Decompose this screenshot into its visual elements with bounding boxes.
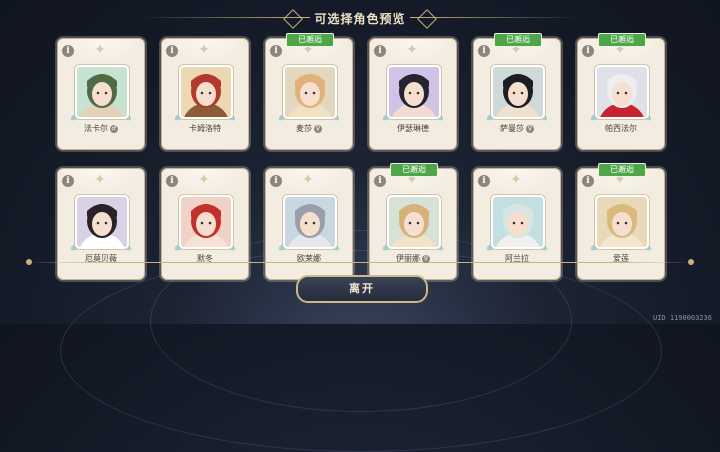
name-row: 法卡尔 ♂ [58, 123, 144, 134]
gender-icon: ♀ [422, 254, 430, 263]
divider-right-dot-icon [688, 259, 694, 265]
character-card[interactable]: i ✦ 卡姆洛特 [161, 38, 249, 150]
character-card[interactable]: i ✦ 伊瑟琳德 [369, 38, 457, 150]
info-icon[interactable]: i [374, 175, 386, 187]
info-icon[interactable]: i [270, 45, 282, 57]
name-row: 爱莲 [578, 253, 664, 264]
sparkle-icon: ✦ [198, 42, 210, 58]
name-row: 默冬 [162, 253, 248, 264]
character-portrait [75, 65, 129, 119]
uid-label: UID 1190003236 [652, 314, 712, 322]
title-left-ornament-icon [283, 9, 303, 29]
leave-button[interactable]: 离开 [296, 275, 428, 303]
character-card[interactable]: i ✦ 厄莫贝薇 [57, 168, 145, 280]
title-right-ornament-icon [417, 9, 437, 29]
sparkle-icon: ✦ [510, 172, 522, 188]
sparkle-icon: ✦ [94, 172, 106, 188]
character-name: 帕西法尔 [605, 124, 637, 133]
character-portrait [283, 195, 337, 249]
gender-icon: ♀ [314, 124, 322, 133]
info-icon[interactable]: i [582, 175, 594, 187]
info-icon[interactable]: i [166, 175, 178, 187]
character-portrait [491, 65, 545, 119]
character-card[interactable]: i ✦ 已邂逅 帕西法尔 [577, 33, 665, 150]
character-name: 法卡尔 [84, 124, 108, 133]
info-icon[interactable]: i [62, 175, 74, 187]
character-card[interactable]: i ✦ 已邂逅 伊丽娜 ♀ [369, 163, 457, 280]
character-portrait [179, 65, 233, 119]
divider-left-dot-icon [26, 259, 32, 265]
gender-icon: ♀ [526, 124, 534, 133]
info-icon[interactable]: i [374, 45, 386, 57]
name-row: 阿兰拉 [474, 253, 560, 264]
character-name: 麦莎 [296, 124, 312, 133]
info-icon[interactable]: i [478, 175, 490, 187]
page-title: 可选择角色预览 [314, 11, 406, 26]
info-icon[interactable]: i [270, 175, 282, 187]
name-row: 萨曼莎 ♀ [474, 123, 560, 134]
name-row: 伊丽娜 ♀ [370, 253, 456, 264]
character-card[interactable]: i ✦ 已邂逅 爱莲 [577, 163, 665, 280]
character-card[interactable]: i ✦ 阿兰拉 [473, 168, 561, 280]
character-card[interactable]: i ✦ 已邂逅 萨曼莎 ♀ [473, 33, 561, 150]
name-row: 麦莎 ♀ [266, 123, 352, 134]
character-portrait [491, 195, 545, 249]
character-portrait [75, 195, 129, 249]
character-portrait [595, 65, 649, 119]
info-icon[interactable]: i [166, 45, 178, 57]
met-badge: 已邂逅 [390, 163, 438, 177]
character-name: 阿兰拉 [505, 254, 529, 263]
met-badge: 已邂逅 [286, 33, 334, 47]
character-name: 厄莫贝薇 [85, 254, 117, 263]
sparkle-icon: ✦ [302, 172, 314, 188]
name-row: 厄莫贝薇 [58, 253, 144, 264]
sparkle-icon: ✦ [94, 42, 106, 58]
character-portrait [283, 65, 337, 119]
character-name: 伊瑟琳德 [397, 124, 429, 133]
character-name: 欧莱娜 [297, 254, 321, 263]
sparkle-icon: ✦ [198, 172, 210, 188]
met-badge: 已邂逅 [598, 33, 646, 47]
title-bar: 可选择角色预览 [0, 6, 720, 30]
name-row: 卡姆洛特 [162, 123, 248, 134]
character-card[interactable]: i ✦ 默冬 [161, 168, 249, 280]
name-row: 欧莱娜 [266, 253, 352, 264]
character-name: 默冬 [197, 254, 213, 263]
gender-icon: ♂ [110, 124, 118, 133]
name-row: 伊瑟琳德 [370, 123, 456, 134]
character-card[interactable]: i ✦ 已邂逅 麦莎 ♀ [265, 33, 353, 150]
character-name: 爱莲 [613, 254, 629, 263]
character-portrait [179, 195, 233, 249]
sparkle-icon: ✦ [406, 42, 418, 58]
character-portrait [387, 195, 441, 249]
info-icon[interactable]: i [582, 45, 594, 57]
character-card[interactable]: i ✦ 欧莱娜 [265, 168, 353, 280]
info-icon[interactable]: i [478, 45, 490, 57]
met-badge: 已邂逅 [598, 163, 646, 177]
name-row: 帕西法尔 [578, 123, 664, 134]
character-name: 伊丽娜 [396, 254, 420, 263]
character-name: 卡姆洛特 [189, 124, 221, 133]
character-portrait [595, 195, 649, 249]
met-badge: 已邂逅 [494, 33, 542, 47]
character-card[interactable]: i ✦ 法卡尔 ♂ [57, 38, 145, 150]
info-icon[interactable]: i [62, 45, 74, 57]
character-portrait [387, 65, 441, 119]
title-right-line [410, 17, 580, 18]
character-name: 萨曼莎 [500, 124, 524, 133]
